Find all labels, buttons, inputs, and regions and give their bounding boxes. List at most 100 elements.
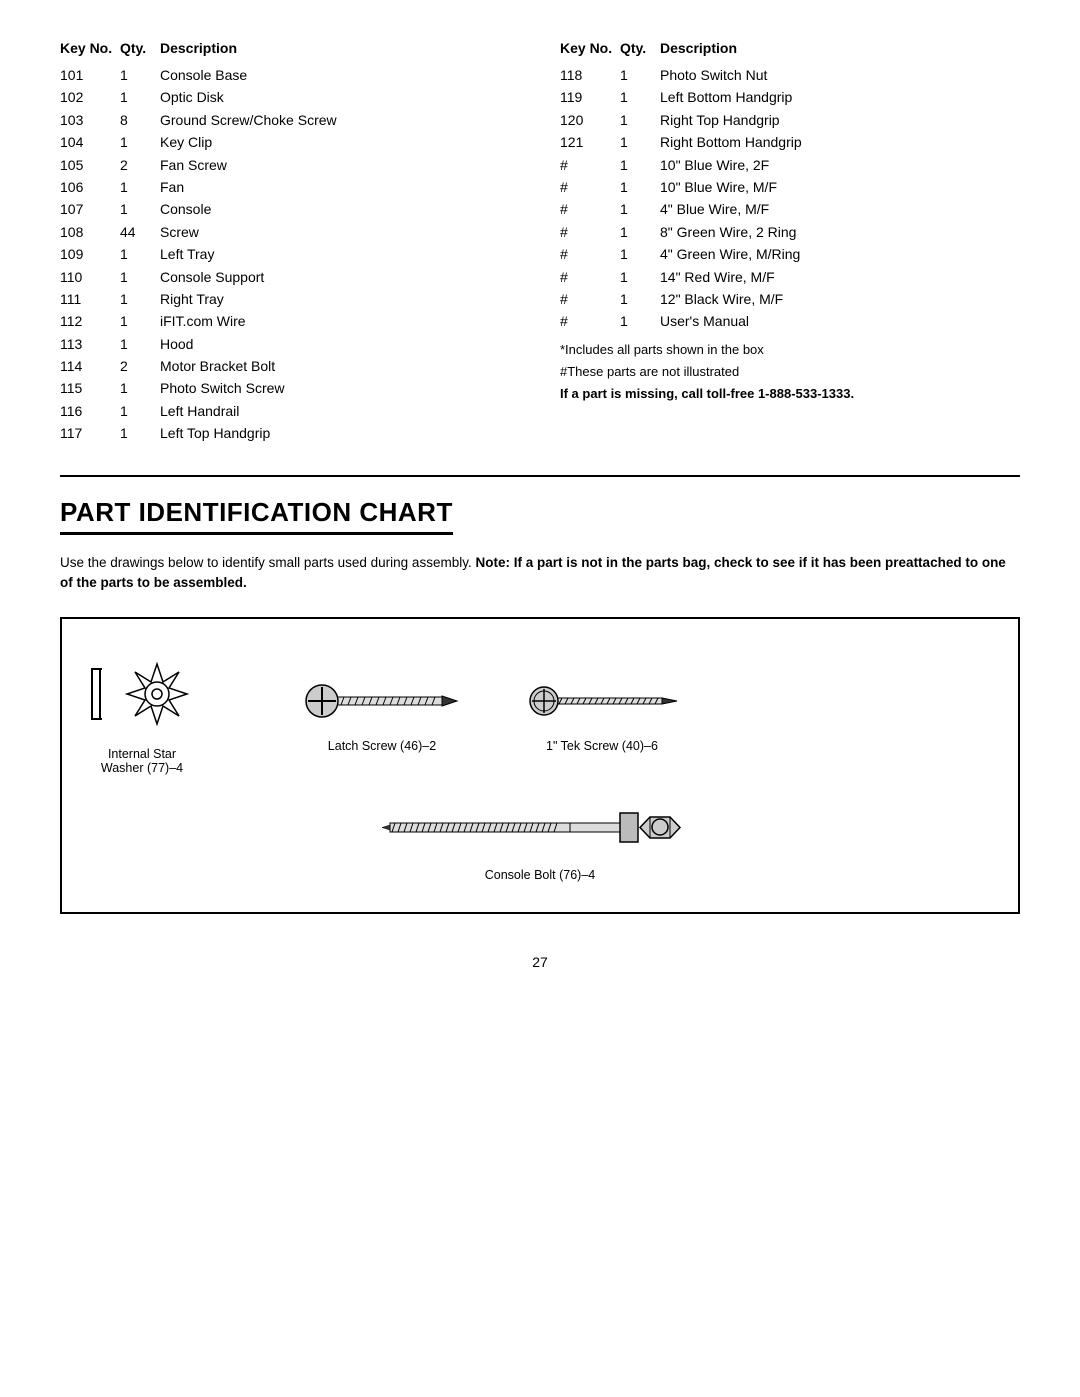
desc: Left Tray [160,243,520,265]
note3: If a part is missing, call toll-free 1-8… [560,383,1020,405]
qty: 1 [120,131,160,153]
key-no: 118 [560,64,620,86]
key-no: 121 [560,131,620,153]
header-desc-right: Description [660,40,1020,56]
washer-label: Internal StarWasher (77)–4 [101,747,183,775]
parts-header-left: Key No. Qty. Description [60,40,520,56]
key-no: 116 [60,400,120,422]
key-no: 113 [60,333,120,355]
table-row: 114 2 Motor Bracket Bolt [60,355,520,377]
key-no: # [560,198,620,220]
key-no: 119 [560,86,620,108]
latch-screw-svg [302,671,462,731]
tek-screw-svg [522,671,682,731]
desc: Key Clip [160,131,520,153]
key-no: 106 [60,176,120,198]
desc: Left Handrail [160,400,520,422]
qty: 1 [120,243,160,265]
desc: Console Base [160,64,520,86]
qty: 1 [620,310,660,332]
qty: 1 [620,176,660,198]
qty: 1 [120,266,160,288]
table-row: 102 1 Optic Disk [60,86,520,108]
diagram-item-washer: Internal StarWasher (77)–4 [82,649,202,775]
desc: Right Top Handgrip [660,109,1020,131]
table-row: 112 1 iFIT.com Wire [60,310,520,332]
table-row: # 1 10" Blue Wire, 2F [560,154,1020,176]
table-row: 117 1 Left Top Handgrip [60,422,520,444]
table-row: # 1 14" Red Wire, M/F [560,266,1020,288]
desc: 14" Red Wire, M/F [660,266,1020,288]
qty: 1 [120,377,160,399]
diagram-item-console-bolt: Console Bolt (76)–4 [380,795,700,882]
desc: Optic Disk [160,86,520,108]
qty: 1 [620,266,660,288]
table-row: 110 1 Console Support [60,266,520,288]
table-row: 116 1 Left Handrail [60,400,520,422]
left-rows: 101 1 Console Base102 1 Optic Disk103 8 … [60,64,520,445]
table-row: 118 1 Photo Switch Nut [560,64,1020,86]
header-qty-left: Qty. [120,40,160,56]
diagram-item-tek-screw: 1" Tek Screw (40)–6 [522,671,682,753]
key-no: # [560,176,620,198]
parts-header-right: Key No. Qty. Description [560,40,1020,56]
qty: 1 [120,288,160,310]
qty: 1 [620,131,660,153]
desc: Photo Switch Nut [660,64,1020,86]
diagram-row-2: Console Bolt (76)–4 [82,795,998,882]
note2: #These parts are not illustrated [560,361,1020,383]
table-row: 121 1 Right Bottom Handgrip [560,131,1020,153]
table-row: 108 44 Screw [60,221,520,243]
parts-table: Key No. Qty. Description 101 1 Console B… [60,40,1020,445]
table-row: 119 1 Left Bottom Handgrip [560,86,1020,108]
key-no: # [560,310,620,332]
qty: 1 [120,422,160,444]
key-no: 105 [60,154,120,176]
right-rows: 118 1 Photo Switch Nut119 1 Left Bottom … [560,64,1020,333]
key-no: # [560,221,620,243]
table-row: 113 1 Hood [60,333,520,355]
description-para: Use the drawings below to identify small… [60,553,1020,594]
console-bolt-svg [380,795,700,860]
key-no: 117 [60,422,120,444]
latch-screw-label: Latch Screw (46)–2 [328,739,436,753]
desc: Motor Bracket Bolt [160,355,520,377]
qty: 1 [120,400,160,422]
qty: 1 [620,221,660,243]
table-row: 109 1 Left Tray [60,243,520,265]
desc: 12" Black Wire, M/F [660,288,1020,310]
section-divider [60,475,1020,477]
key-no: 114 [60,355,120,377]
desc: Photo Switch Screw [160,377,520,399]
desc: 4" Green Wire, M/Ring [660,243,1020,265]
qty: 1 [120,333,160,355]
key-no: # [560,288,620,310]
washer-svg [82,649,202,739]
qty: 1 [620,109,660,131]
table-row: 103 8 Ground Screw/Choke Screw [60,109,520,131]
diagram-box: Internal StarWasher (77)–4 [60,617,1020,914]
table-row: # 1 12" Black Wire, M/F [560,288,1020,310]
qty: 44 [120,221,160,243]
desc: Left Bottom Handgrip [660,86,1020,108]
diagram-row-1: Internal StarWasher (77)–4 [82,649,998,775]
qty: 1 [120,310,160,332]
table-row: # 1 10" Blue Wire, M/F [560,176,1020,198]
table-row: 104 1 Key Clip [60,131,520,153]
desc: 4" Blue Wire, M/F [660,198,1020,220]
qty: 1 [120,64,160,86]
table-row: 115 1 Photo Switch Screw [60,377,520,399]
qty: 1 [620,154,660,176]
qty: 1 [120,176,160,198]
tek-screw-label: 1" Tek Screw (40)–6 [546,739,658,753]
page-number: 27 [60,954,1020,970]
qty: 2 [120,154,160,176]
header-keyno-right: Key No. [560,40,620,56]
header-desc-left: Description [160,40,520,56]
section-title-block: PART IDENTIFICATION CHART [60,497,1020,553]
description-text: Use the drawings below to identify small… [60,555,472,570]
desc: iFIT.com Wire [160,310,520,332]
key-no: 110 [60,266,120,288]
desc: Fan Screw [160,154,520,176]
qty: 2 [120,355,160,377]
